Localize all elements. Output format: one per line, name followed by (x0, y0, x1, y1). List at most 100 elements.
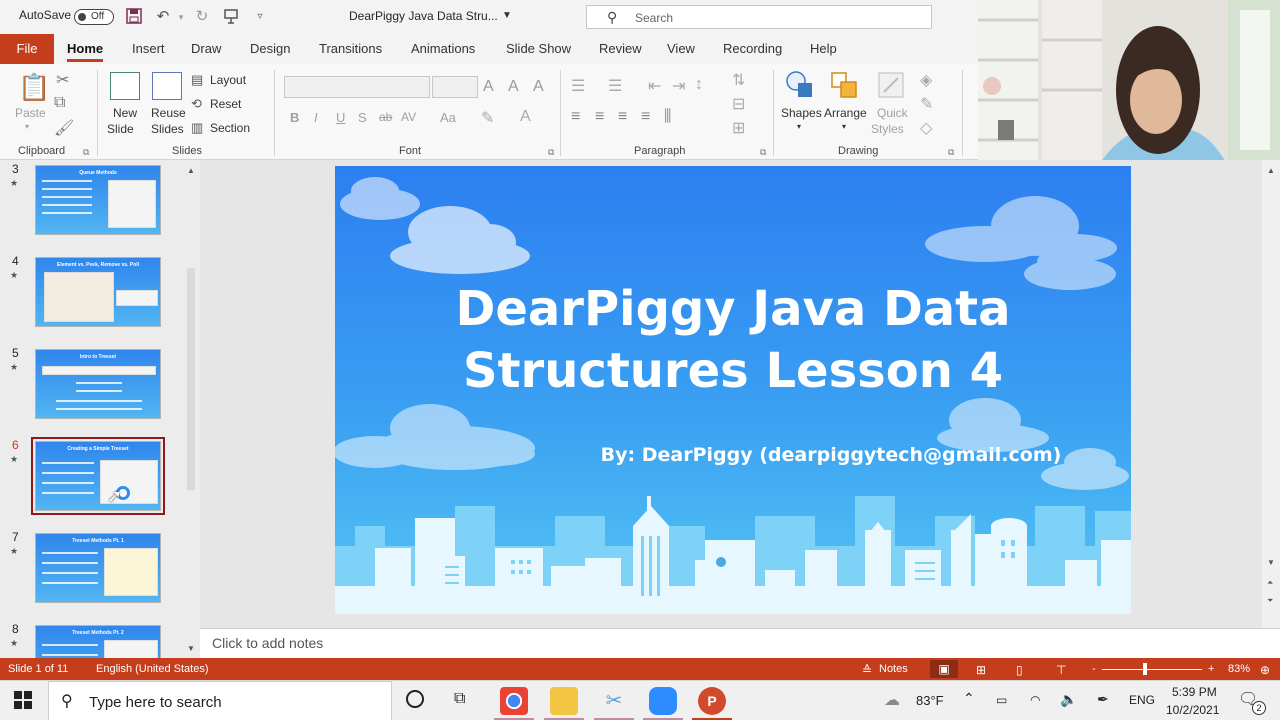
numbering-icon[interactable]: ☰ (608, 76, 622, 96)
customize-qat-icon[interactable]: ▿ (251, 8, 269, 26)
justify-icon[interactable]: ≡ (641, 108, 650, 126)
tab-home[interactable]: Home (67, 41, 104, 62)
chrome-icon[interactable] (500, 687, 528, 715)
decrease-indent-icon[interactable]: ⇤ (648, 76, 661, 96)
present-icon[interactable] (222, 8, 240, 26)
line-spacing-icon[interactable]: ↕ (695, 76, 703, 94)
temperature[interactable]: 83°F (916, 693, 944, 708)
zoom-in-button[interactable]: + (1208, 663, 1214, 675)
tab-design[interactable]: Design (250, 41, 290, 56)
slideshow-view-icon[interactable]: ⊤ (1056, 663, 1066, 677)
underline-button[interactable]: U (336, 110, 345, 125)
shape-outline-icon[interactable]: ✎ (920, 94, 933, 114)
undo-dropdown-icon[interactable]: ▾ (172, 8, 190, 26)
notes-button[interactable]: Notes (879, 663, 908, 675)
align-left-icon[interactable]: ≡ (571, 108, 580, 126)
scroll-down-icon[interactable]: ▼ (1267, 558, 1275, 567)
zoom-out-button[interactable]: - (1092, 663, 1096, 675)
clear-formatting-icon[interactable]: A (533, 78, 544, 96)
input-language[interactable]: ENG (1129, 693, 1155, 707)
decrease-font-icon[interactable]: A (508, 78, 519, 96)
slide-title[interactable]: DearPiggy Java Data Structures Lesson 4 (335, 278, 1131, 402)
scroll-down-icon[interactable]: ▼ (187, 644, 195, 653)
weather-icon[interactable]: ☁ (884, 690, 900, 710)
italic-button[interactable]: I (314, 110, 318, 125)
zoom-level[interactable]: 83% (1228, 663, 1250, 675)
font-launcher-icon[interactable]: ⧉ (548, 147, 554, 158)
undo-icon[interactable]: ↶ (154, 8, 172, 26)
slide-subtitle[interactable]: By: DearPiggy (dearpiggytech@gmail.com) (335, 444, 1131, 466)
scrollbar-thumb[interactable] (187, 268, 195, 490)
copy-icon[interactable]: ⧉ (54, 94, 65, 112)
normal-view-icon[interactable]: ▣ (930, 660, 958, 678)
task-view-icon[interactable]: ⧉ (454, 690, 465, 708)
save-icon[interactable] (125, 8, 143, 26)
text-direction-icon[interactable]: ⇅ (732, 70, 745, 90)
slide-thumbnail-4[interactable]: Element vs. Peek, Remove vs. Poll (35, 257, 161, 327)
tab-draw[interactable]: Draw (191, 41, 221, 56)
align-text-icon[interactable]: ⊟ (732, 94, 745, 114)
pen-icon[interactable]: ✒ (1097, 691, 1109, 708)
show-hidden-icons-chevron-icon[interactable]: ⌃ (963, 690, 975, 707)
slide-thumbnail-6[interactable]: Creating a Simple Treeset (31, 437, 165, 515)
tab-help[interactable]: Help (810, 41, 837, 56)
chevron-down-icon[interactable]: ▼ (498, 7, 516, 25)
scroll-up-icon[interactable]: ▲ (1267, 166, 1275, 175)
tab-animations[interactable]: Animations (411, 41, 475, 56)
tab-transitions[interactable]: Transitions (319, 41, 382, 56)
tab-file[interactable]: File (0, 34, 54, 64)
format-painter-icon[interactable]: 🖌 (54, 118, 74, 138)
tab-review[interactable]: Review (599, 41, 642, 56)
editor-scrollbar[interactable]: ▲ ▼ ⏶ ⏷ (1262, 160, 1280, 628)
zoom-slider[interactable] (1102, 669, 1202, 670)
tab-insert[interactable]: Insert (132, 41, 165, 56)
increase-indent-icon[interactable]: ⇥ (672, 76, 685, 96)
columns-icon[interactable]: ⫼ (664, 108, 671, 126)
windows-start-icon[interactable] (14, 691, 32, 712)
zoom-slider-knob[interactable] (1143, 663, 1147, 675)
paragraph-launcher-icon[interactable]: ⧉ (760, 147, 766, 158)
slide-thumbnail-8[interactable]: Treeset Methods Pt. 2 (35, 625, 161, 658)
font-size-combo[interactable] (432, 76, 478, 98)
shape-fill-icon[interactable]: ◈ (920, 70, 932, 90)
volume-icon[interactable]: 🔈 (1060, 691, 1077, 708)
strikethrough-button[interactable]: ab (379, 110, 392, 124)
tab-recording[interactable]: Recording (723, 41, 782, 56)
thumbnails-scrollbar[interactable]: ▲ ▼ (184, 160, 198, 658)
smartart-icon[interactable]: ⊞ (732, 118, 745, 138)
fit-to-window-icon[interactable]: ⊕ (1260, 663, 1270, 677)
reading-view-icon[interactable]: ▯ (1016, 663, 1023, 677)
notes-pane[interactable]: Click to add notes (200, 628, 1280, 658)
bold-button[interactable]: B (290, 110, 299, 125)
slide-sorter-icon[interactable]: ⊞ (976, 663, 986, 677)
battery-icon[interactable]: ▭ (996, 693, 1007, 707)
redo-icon[interactable]: ↻ (193, 8, 211, 26)
align-center-icon[interactable]: ≡ (595, 108, 604, 126)
file-explorer-icon[interactable] (550, 687, 578, 715)
next-slide-icon[interactable]: ⏷ (1267, 596, 1273, 606)
cortana-icon[interactable] (406, 690, 424, 708)
shape-effects-icon[interactable]: ◇ (920, 118, 932, 138)
highlight-icon[interactable]: ✎ (481, 108, 494, 128)
zoom-app-icon[interactable] (649, 687, 677, 715)
autosave-toggle[interactable]: Off (74, 9, 114, 25)
character-spacing-button[interactable]: AV (401, 110, 416, 124)
drawing-launcher-icon[interactable]: ⧉ (948, 147, 954, 158)
shadow-button[interactable]: S (358, 110, 367, 125)
taskbar-search[interactable]: ⚲ Type here to search (48, 681, 392, 720)
powerpoint-app-icon[interactable]: P (698, 687, 726, 715)
tab-slide-show[interactable]: Slide Show (506, 41, 571, 56)
clipboard-launcher-icon[interactable]: ⧉ (83, 147, 89, 158)
slide-thumbnail-5[interactable]: Intro to Treeset (35, 349, 161, 419)
scroll-up-icon[interactable]: ▲ (187, 166, 195, 175)
font-color-icon[interactable]: A (520, 108, 531, 126)
wifi-icon[interactable]: ◠ (1030, 693, 1040, 707)
increase-font-icon[interactable]: A (483, 78, 494, 96)
language-indicator[interactable]: English (United States) (96, 663, 209, 675)
cut-icon[interactable]: ✂ (56, 70, 69, 90)
search-box[interactable]: ⚲ Search (586, 5, 932, 29)
current-slide[interactable]: DearPiggy Java Data Structures Lesson 4 … (335, 166, 1131, 614)
snipping-tool-icon[interactable]: ✂ (600, 687, 628, 715)
font-name-combo[interactable] (284, 76, 430, 98)
previous-slide-icon[interactable]: ⏶ (1267, 578, 1273, 588)
